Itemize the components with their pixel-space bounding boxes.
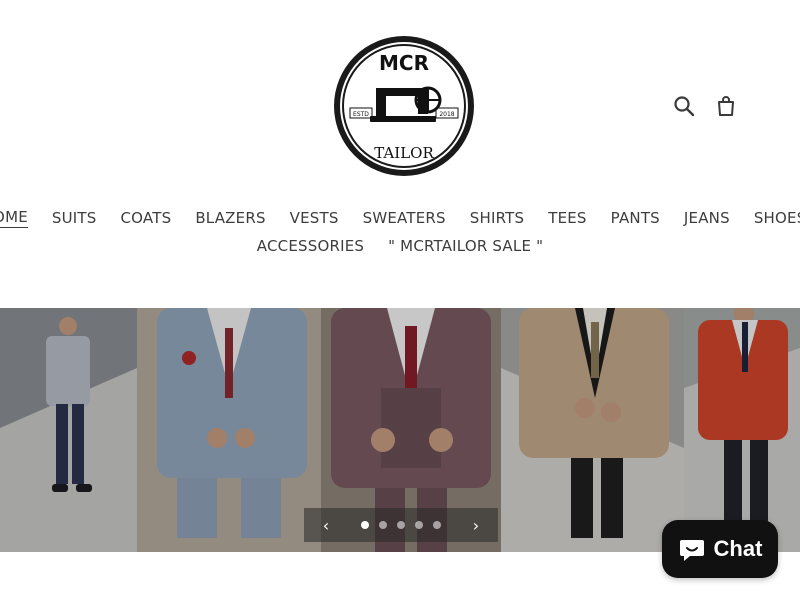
chevron-left-icon[interactable]: ‹	[318, 516, 334, 535]
slide-dot-4[interactable]	[415, 521, 423, 529]
logo-year: 2018	[439, 111, 454, 118]
chat-button[interactable]: Chat	[662, 520, 778, 578]
nav-item-vests[interactable]: VESTS	[290, 209, 339, 227]
slide-dot-2[interactable]	[379, 521, 387, 529]
slide-indicators	[361, 521, 441, 529]
nav-item-accessories[interactable]: ACCESSORIES	[257, 237, 364, 255]
nav-item-sweaters[interactable]: SWEATERS	[363, 209, 446, 227]
chat-bubble-icon	[679, 540, 704, 561]
store-logo[interactable]: MCR ESTD 2018 TAILOR	[332, 34, 476, 178]
header-actions	[672, 94, 738, 118]
search-icon[interactable]	[672, 94, 696, 118]
slide-dot-3[interactable]	[397, 521, 405, 529]
chat-label: Chat	[713, 536, 763, 561]
cart-icon[interactable]	[714, 94, 738, 118]
sewing-machine-logo: MCR ESTD 2018 TAILOR	[334, 36, 474, 176]
nav-row-secondary: ACCESSORIES " MCRTAILOR SALE "	[0, 232, 800, 260]
nav-item-tees[interactable]: TEES	[548, 209, 586, 227]
slide-image-red-blazer	[684, 308, 800, 552]
nav-item-coats[interactable]: COATS	[121, 209, 172, 227]
nav-item-shirts[interactable]: SHIRTS	[470, 209, 524, 227]
nav-item-suits[interactable]: SUITS	[52, 209, 97, 227]
main-navigation: HOME SUITS COATS BLAZERS VESTS SWEATERS …	[0, 204, 800, 260]
slide-image-grey-blazer	[0, 308, 137, 552]
slide-image-blue-suit	[137, 308, 321, 552]
nav-item-sale[interactable]: " MCRTAILOR SALE "	[388, 237, 543, 255]
nav-item-shoes[interactable]: SHOES	[754, 209, 800, 227]
nav-item-blazers[interactable]: BLAZERS	[195, 209, 265, 227]
logo-bottom-text: TAILOR	[374, 144, 434, 162]
chevron-right-icon[interactable]: ›	[468, 516, 484, 535]
slide-image-beige-tuxedo	[501, 308, 684, 552]
slide-dot-5[interactable]	[433, 521, 441, 529]
nav-item-home[interactable]: HOME	[0, 208, 28, 228]
nav-row-primary: HOME SUITS COATS BLAZERS VESTS SWEATERS …	[0, 204, 800, 232]
logo-top-text: MCR	[379, 51, 429, 75]
slideshow-controls: ‹ ›	[304, 508, 498, 542]
nav-item-pants[interactable]: PANTS	[611, 209, 660, 227]
slide-dot-1[interactable]	[361, 521, 369, 529]
logo-estd-label: ESTD	[353, 111, 369, 118]
site-header: MCR ESTD 2018 TAILOR	[0, 0, 800, 190]
nav-item-jeans[interactable]: JEANS	[684, 209, 730, 227]
